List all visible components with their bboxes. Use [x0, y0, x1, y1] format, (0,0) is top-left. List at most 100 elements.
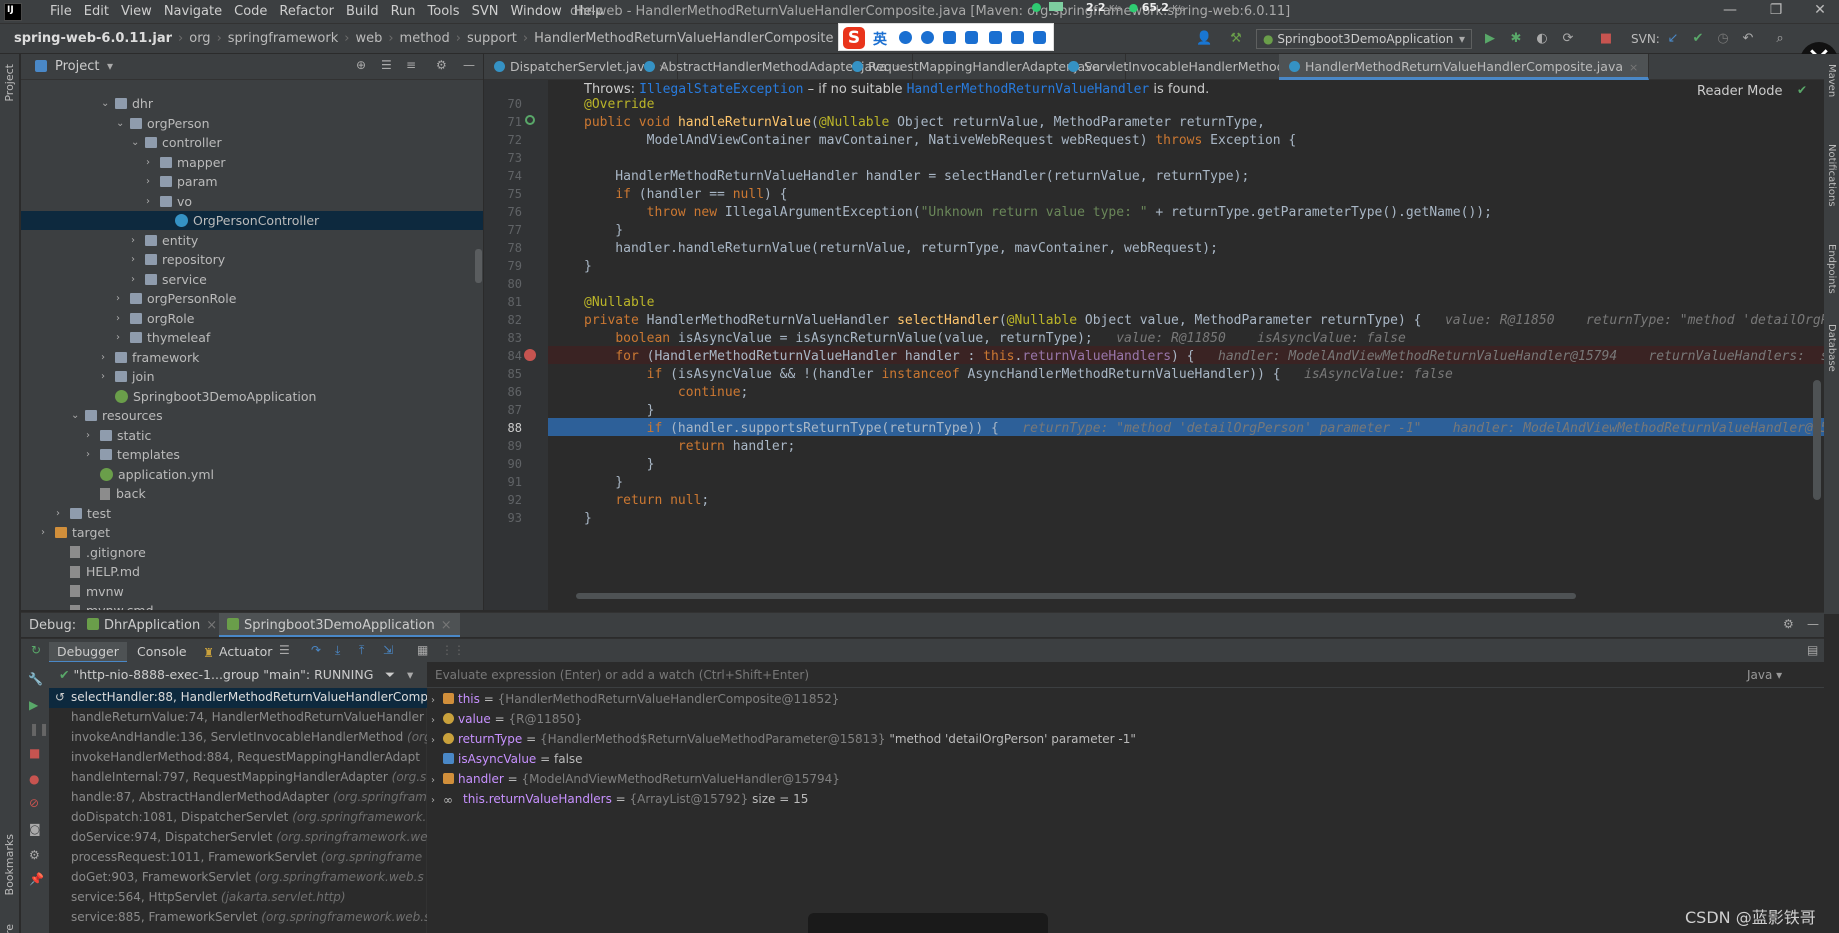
restore-icon[interactable]: ❐ [1766, 2, 1786, 22]
camera-icon[interactable]: ◙ [29, 822, 41, 836]
collapse-all-icon[interactable]: ≡ [406, 58, 416, 72]
tree-item[interactable]: › templates [86, 445, 180, 464]
run-icon[interactable]: ▶ [1482, 31, 1498, 47]
pin-icon[interactable]: 📌 [29, 872, 44, 886]
chevron-right-icon[interactable]: › [101, 348, 115, 367]
chevron-right-icon[interactable]: › [86, 426, 100, 445]
hide-panel-icon[interactable]: — [463, 58, 475, 72]
tree-item[interactable]: ⌄ orgPerson [116, 114, 210, 133]
chevron-right-icon[interactable]: › [427, 791, 441, 810]
step-into-icon[interactable]: ⤓ [335, 643, 340, 658]
gear-icon[interactable]: ⚙ [436, 58, 447, 72]
menu-item-edit[interactable]: Edit [78, 4, 115, 20]
locate-icon[interactable]: ⊕ [356, 58, 366, 72]
structure-tool-tab[interactable]: Structure [3, 924, 16, 933]
language-select[interactable]: Java ▾ [1747, 668, 1782, 682]
chevron-down-icon[interactable]: ▾ [407, 667, 413, 682]
stack-frame[interactable]: handle:87, AbstractHandlerMethodAdapter … [49, 788, 427, 808]
maven-tool-tab[interactable]: Maven [1826, 64, 1837, 97]
breadcrumb-item[interactable]: method [400, 31, 450, 46]
layout-icon[interactable]: ▤ [1807, 643, 1818, 657]
editor-tab[interactable]: HandlerMethodReturnValueHandlerComposite… [1279, 54, 1650, 80]
close-window-icon[interactable]: ✕ [1810, 2, 1830, 22]
coverage-icon[interactable]: ◐ [1534, 31, 1550, 47]
chevron-right-icon[interactable]: › [131, 270, 145, 289]
menu-item-window[interactable]: Window [504, 4, 567, 20]
user-center-icon[interactable] [989, 31, 1002, 44]
stack-frame[interactable]: doGet:903, FrameworkServlet (org.springf… [49, 868, 427, 888]
filter-icon[interactable]: ⏷ [385, 667, 395, 683]
tree-item[interactable]: › target [41, 523, 110, 542]
chevron-right-icon[interactable]: › [427, 771, 441, 790]
tree-item[interactable]: back [86, 484, 146, 503]
tree-scrollbar[interactable] [475, 249, 482, 283]
tree-item[interactable]: ⌄ dhr [101, 94, 153, 113]
menu-item-svn[interactable]: SVN [466, 4, 505, 20]
project-panel-title[interactable]: Project [55, 59, 99, 74]
chevron-down-icon[interactable]: ⌄ [116, 114, 130, 133]
chevron-right-icon[interactable]: › [101, 367, 115, 386]
tree-item[interactable]: mvnw [56, 582, 124, 601]
keyboard-icon[interactable] [965, 31, 978, 44]
close-icon[interactable]: × [441, 618, 452, 633]
tree-item[interactable]: ⌄ resources [71, 406, 163, 425]
stack-frame[interactable]: invokeHandlerMethod:884, RequestMappingH… [49, 748, 427, 768]
menu-item-run[interactable]: Run [385, 4, 422, 20]
menu-item-view[interactable]: View [115, 4, 158, 20]
chevron-right-icon[interactable]: › [41, 523, 55, 542]
chevron-down-icon[interactable]: ⌄ [71, 406, 85, 425]
ime-language[interactable]: 英 [873, 29, 887, 49]
step-over-icon[interactable]: ↷ [311, 643, 321, 657]
chevron-down-icon[interactable]: ▾ [107, 59, 113, 73]
tree-item[interactable]: › test [56, 504, 111, 523]
close-icon[interactable]: × [1629, 61, 1638, 74]
tree-item[interactable]: › framework [101, 348, 199, 367]
search-icon[interactable]: ⌕ [1772, 31, 1788, 47]
menu-item-navigate[interactable]: Navigate [158, 4, 228, 20]
code-line[interactable]: } [584, 508, 592, 529]
editor-vertical-scrollbar[interactable] [1813, 380, 1821, 500]
variable-row[interactable]: isAsyncValue = false [427, 750, 583, 769]
tree-item[interactable]: › thymeleaf [116, 328, 210, 347]
tree-item[interactable]: application.yml [86, 465, 214, 484]
view-breakpoints-icon[interactable]: ● [29, 772, 39, 786]
stack-frame[interactable]: handleReturnValue:74, HandlerMethodRetur… [49, 708, 427, 728]
skin-icon[interactable] [1011, 31, 1024, 44]
bookmarks-tool-tab[interactable]: Bookmarks [3, 834, 16, 895]
chevron-right-icon[interactable]: › [146, 192, 160, 211]
code-line[interactable]: handler.handleReturnValue(returnValue, r… [584, 238, 1218, 259]
menu-item-refactor[interactable]: Refactor [273, 4, 340, 20]
chevron-right-icon[interactable]: › [427, 691, 441, 710]
step-out-icon[interactable]: ⤒ [359, 643, 364, 658]
tree-item[interactable]: › vo [146, 192, 192, 211]
chevron-down-icon[interactable]: ⌄ [131, 133, 145, 152]
rerun-icon[interactable]: ↻ [31, 643, 41, 657]
breadcrumb-item[interactable]: org [189, 31, 210, 46]
punctuation-icon[interactable] [899, 31, 912, 44]
notifications-tool-tab[interactable]: Notifications [1826, 144, 1837, 207]
variable-row[interactable]: › handler = {ModelAndViewMethodReturnValu… [427, 770, 840, 789]
code-line[interactable]: } [584, 256, 592, 277]
stack-frame[interactable]: service:885, FrameworkServlet (org.sprin… [49, 908, 427, 928]
run-configuration-select[interactable]: ● Springboot3DemoApplication ▾ [1256, 29, 1472, 49]
code-line[interactable]: ModelAndViewContainer mavContainer, Nati… [584, 130, 1297, 151]
tree-item[interactable]: › static [86, 426, 151, 445]
stop-icon[interactable]: ■ [1598, 31, 1614, 47]
chevron-right-icon[interactable]: › [86, 445, 100, 464]
breadcrumb-item[interactable]: HandlerMethodReturnValueHandlerComposite [534, 31, 833, 46]
threads-view-icon[interactable]: ☰ [279, 643, 290, 657]
tree-item[interactable]: OrgPersonController [21, 211, 483, 230]
code-line[interactable]: return null; [584, 490, 709, 511]
history-icon[interactable]: ◷ [1715, 31, 1731, 47]
breadcrumb-item[interactable]: springframework [228, 31, 338, 46]
resume-icon[interactable]: ▶ [29, 698, 38, 712]
menu-item-code[interactable]: Code [228, 4, 273, 20]
tree-item[interactable]: .gitignore [56, 543, 146, 562]
pause-icon[interactable]: ❚❚ [29, 722, 49, 736]
chevron-down-icon[interactable]: ⌄ [101, 94, 115, 113]
svn-commit-icon[interactable]: ✔ [1690, 31, 1706, 47]
database-tool-tab[interactable]: Database [1826, 324, 1837, 372]
chevron-right-icon[interactable]: › [427, 711, 441, 730]
editor-horizontal-scrollbar[interactable] [576, 593, 1576, 599]
stack-frame[interactable]: ↺ selectHandler:88, HandlerMethodReturnV… [49, 688, 427, 708]
